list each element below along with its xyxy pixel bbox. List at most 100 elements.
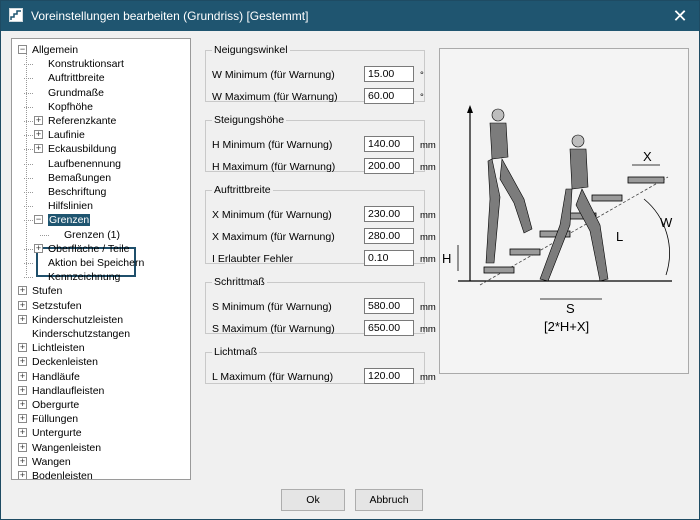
- tree-item[interactable]: Beschriftung: [48, 185, 106, 199]
- tree-item[interactable]: Bodenleisten: [32, 469, 93, 480]
- ok-button[interactable]: Ok: [281, 489, 345, 511]
- expand-icon[interactable]: +: [18, 456, 27, 466]
- tree-item-label: Setzstufen: [32, 299, 82, 312]
- setting-label: X Maximum (für Warnung): [212, 231, 335, 243]
- tree-item[interactable]: Allgemein: [32, 43, 78, 57]
- tree-item-label: Bodenleisten: [32, 470, 93, 480]
- setting-input[interactable]: [364, 368, 414, 384]
- unit-label: mm: [420, 162, 436, 173]
- tree-item[interactable]: Eckausbildung: [48, 142, 116, 156]
- setting-label: I Erlaubter Fehler: [212, 253, 294, 265]
- setting-input[interactable]: [364, 66, 414, 82]
- label-s: S: [566, 301, 575, 316]
- setting-input[interactable]: [364, 228, 414, 244]
- tree-item[interactable]: Hilfslinien: [48, 199, 93, 213]
- tree-item-label: Konstruktionsart: [48, 58, 124, 71]
- tree-item[interactable]: Laufinie: [48, 128, 85, 142]
- title-bar[interactable]: Voreinstellungen bearbeiten (Grundriss) …: [1, 1, 699, 31]
- expand-icon[interactable]: +: [18, 300, 27, 310]
- tree-item[interactable]: Oberfläche / Teile: [48, 242, 130, 256]
- group-auftrittbreite: Auftrittbreite X Minimum (für Warnung) mm…: [205, 184, 436, 266]
- tree-item[interactable]: Kennzeichnung: [48, 270, 120, 284]
- tree-item[interactable]: Kopfhöhe: [48, 100, 93, 114]
- tree-item-label: Wangenleisten: [32, 441, 102, 454]
- expand-icon[interactable]: +: [18, 400, 27, 409]
- tree-item[interactable]: Laufbenennung: [48, 157, 121, 171]
- expand-icon[interactable]: +: [34, 116, 43, 125]
- unit-label: °: [420, 70, 424, 81]
- setting-input[interactable]: [364, 136, 414, 152]
- tree-item-label: Kinderschutzstangen: [32, 328, 131, 340]
- tree-item[interactable]: Obergurte: [32, 398, 79, 412]
- setting-input[interactable]: [364, 88, 414, 104]
- tree-item[interactable]: Lichtleisten: [32, 341, 85, 355]
- unit-label: mm: [420, 232, 436, 243]
- expand-icon[interactable]: +: [18, 442, 27, 452]
- collapse-icon[interactable]: −: [34, 215, 43, 225]
- formula-label: [2*H+X]: [544, 319, 589, 334]
- setting-label: W Minimum (für Warnung): [212, 69, 335, 81]
- tree-item[interactable]: Grundmaße: [48, 86, 104, 100]
- unit-label: mm: [420, 324, 436, 335]
- tree-item[interactable]: Aktion bei Speichern: [48, 256, 144, 270]
- tree-item[interactable]: Setzstufen: [32, 299, 82, 313]
- tree-item[interactable]: Referenzkante: [48, 114, 116, 128]
- tree-item[interactable]: Stufen: [32, 284, 62, 298]
- setting-row: X Minimum (für Warnung) mm: [212, 206, 436, 224]
- tree-item[interactable]: Füllungen: [32, 412, 78, 426]
- person-right: [539, 134, 609, 282]
- expand-icon[interactable]: +: [18, 414, 27, 424]
- expand-icon[interactable]: +: [18, 428, 27, 438]
- expand-icon[interactable]: +: [18, 343, 27, 353]
- settings-panel: Neigungswinkel W Minimum (für Warnung)°W…: [197, 38, 697, 478]
- label-w: W: [660, 215, 673, 230]
- expand-icon[interactable]: +: [34, 130, 43, 140]
- tree-item[interactable]: Bemaßungen: [48, 171, 111, 185]
- tree-item[interactable]: Untergurte: [32, 426, 82, 440]
- settings-tree[interactable]: − Allgemein Konstruktionsart Auftrittbreite…: [11, 38, 191, 480]
- tree-item[interactable]: Wangenleisten: [32, 441, 101, 455]
- expand-icon[interactable]: +: [34, 243, 43, 253]
- dialog-window: Voreinstellungen bearbeiten (Grundriss) …: [0, 0, 700, 520]
- tree-item[interactable]: Handlaufleisten: [32, 384, 104, 398]
- setting-input[interactable]: [364, 298, 414, 314]
- tree-item[interactable]: Kinderschutzstangen: [32, 327, 130, 341]
- tree-item-label: Untergurte: [32, 427, 82, 440]
- group-title: Steigungshöhe: [214, 114, 285, 126]
- expand-icon[interactable]: +: [18, 286, 27, 296]
- expand-icon[interactable]: +: [18, 471, 27, 479]
- expand-icon[interactable]: +: [18, 385, 27, 395]
- tree-item-label: Grenzen (1): [64, 228, 121, 241]
- tree-item-label: Oberfläche / Teile: [48, 242, 130, 255]
- tree-item[interactable]: Handläufe: [32, 370, 80, 384]
- tree-item[interactable]: Auftrittbreite: [48, 71, 105, 85]
- group-schrittmass: Schrittmaß S Minimum (für Warnung)mmS Ma…: [205, 276, 436, 336]
- setting-label: S Maximum (für Warnung): [212, 323, 335, 335]
- tree-item[interactable]: Deckenleisten: [32, 355, 98, 369]
- expand-icon[interactable]: +: [18, 371, 27, 381]
- tree-item[interactable]: Wangen: [32, 455, 71, 469]
- group-lichtmass: Lichtmaß L Maximum (für Warnung) mm: [205, 346, 436, 384]
- expand-icon[interactable]: +: [18, 314, 27, 324]
- tree-item[interactable]: Kinderschutzleisten: [32, 313, 123, 327]
- setting-input[interactable]: [364, 250, 414, 266]
- setting-row: S Minimum (für Warnung) mm: [212, 298, 436, 316]
- group-neigungswinkel: Neigungswinkel W Minimum (für Warnung)°W…: [205, 44, 425, 104]
- label-h: H: [442, 251, 451, 266]
- setting-input[interactable]: [364, 206, 414, 222]
- setting-input[interactable]: [364, 158, 414, 174]
- tree-connector: [26, 51, 27, 275]
- tree-item-label: Kinderschutzleisten: [32, 313, 124, 326]
- close-icon[interactable]: ✕: [669, 5, 691, 27]
- cancel-button[interactable]: Abbruch: [355, 489, 423, 511]
- expand-icon[interactable]: +: [34, 144, 43, 154]
- tree-item-label: Deckenleisten: [32, 356, 98, 369]
- setting-input[interactable]: [364, 320, 414, 336]
- expand-icon[interactable]: +: [18, 357, 27, 367]
- tree-item[interactable]: Konstruktionsart: [48, 57, 124, 71]
- tree-item[interactable]: Grenzen (1): [64, 228, 120, 242]
- setting-row: W Maximum (für Warnung) °: [212, 88, 426, 106]
- setting-label: X Minimum (für Warnung): [212, 209, 332, 221]
- tree-item[interactable]: Grenzen: [48, 213, 91, 227]
- tree-vertical-scrollbar[interactable]: [188, 39, 190, 479]
